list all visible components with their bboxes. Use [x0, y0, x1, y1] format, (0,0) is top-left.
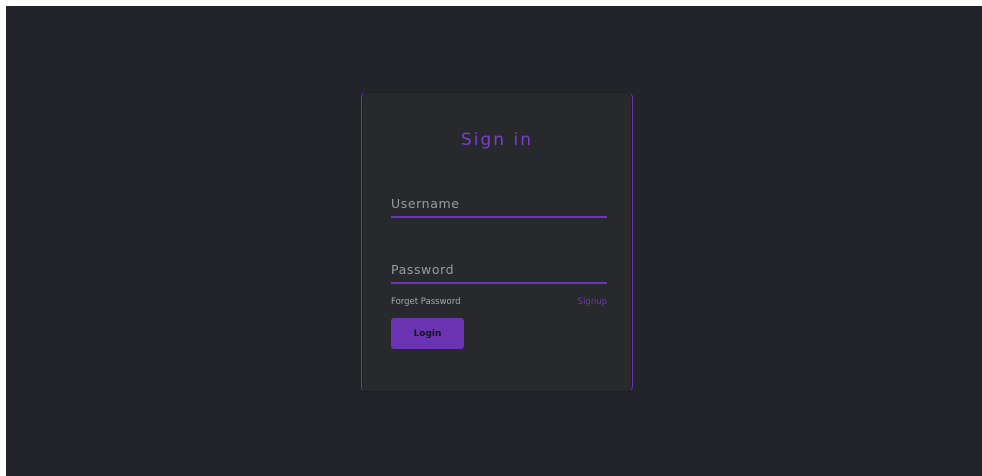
forget-password-link[interactable]: Forget Password: [391, 297, 461, 307]
signup-link[interactable]: Signup: [578, 297, 607, 307]
username-field[interactable]: Username: [391, 188, 607, 218]
username-underline: [391, 216, 607, 218]
password-field[interactable]: Password: [391, 254, 607, 284]
signin-card: Sign in Username Password Forget Passwor…: [361, 92, 633, 392]
password-placeholder: Password: [391, 262, 455, 277]
login-button[interactable]: Login: [391, 318, 464, 349]
username-placeholder: Username: [391, 196, 460, 211]
auth-links: Forget Password Signup: [391, 297, 607, 311]
page-title: Sign in: [461, 130, 533, 150]
page-background: Sign in Username Password Forget Passwor…: [6, 6, 982, 476]
password-underline: [391, 282, 607, 284]
